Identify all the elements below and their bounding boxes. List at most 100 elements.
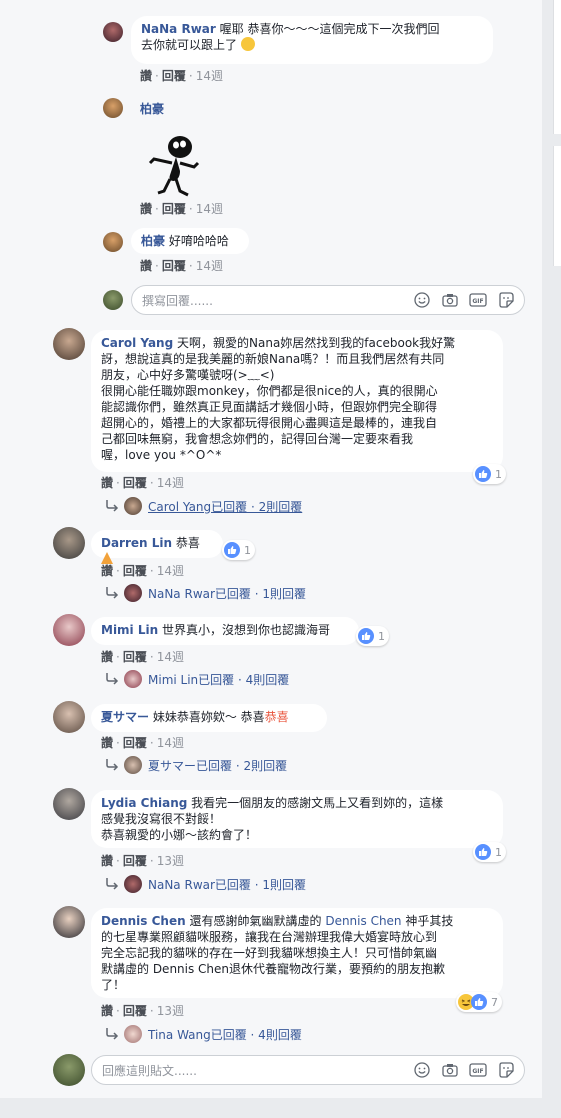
like-reaction-icon xyxy=(471,994,487,1010)
comment-author[interactable]: Mimi Lin xyxy=(101,623,158,637)
avatar[interactable] xyxy=(53,788,85,820)
replier-avatar xyxy=(124,1025,142,1043)
comment-text-line8: 喔，love you *^O^* xyxy=(101,448,222,462)
comment-text-line2: 的七星專業照顧貓咪服務，讓我在台灣辦理我偉大婚宴時放心到 xyxy=(101,930,438,944)
reply-button[interactable]: 回覆 xyxy=(123,650,147,664)
comment-author[interactable]: 柏豪 xyxy=(140,100,164,117)
comment-author[interactable]: NaNa Rwar xyxy=(141,22,216,36)
like-reaction-icon xyxy=(224,542,240,558)
reply-button[interactable]: 回覆 xyxy=(162,202,186,216)
like-button[interactable]: 讚 xyxy=(101,564,113,578)
like-reaction-icon xyxy=(475,466,491,482)
emoji-icon[interactable] xyxy=(412,290,432,310)
view-replies-link[interactable]: NaNa Rwar已回覆 · 1則回覆 xyxy=(104,584,306,602)
view-replies-link[interactable]: 夏サマー已回覆 · 2則回覆 xyxy=(104,756,287,774)
comment-text: 喔耶 恭喜你～～～這個完成下一次我們回 xyxy=(219,22,440,36)
like-button[interactable]: 讚 xyxy=(140,202,152,216)
like-button[interactable]: 讚 xyxy=(101,476,113,490)
comment-time[interactable]: 14週 xyxy=(196,259,223,273)
reply-button[interactable]: 回覆 xyxy=(123,854,147,868)
comment-bubble-lydia: Lydia Chiang 我看完一個朋友的感謝文馬上又看到妳的，這樣 感覺我沒寫… xyxy=(91,790,503,848)
reply-button[interactable]: 回覆 xyxy=(123,476,147,490)
reply-arrow-icon xyxy=(106,500,119,512)
comment-composer[interactable]: 回應這則貼文...... GIF xyxy=(91,1055,525,1085)
comment-author[interactable]: 柏豪 xyxy=(141,234,165,248)
comment-bubble-dennis: Dennis Chen 還有感謝帥氣幽默講虛的 Dennis Chen 神乎其技… xyxy=(91,908,503,998)
comment-text-line5: 能認識你們，雖然真正見面講話才幾個小時，但跟妳們完全聊得 xyxy=(101,400,438,414)
gif-icon[interactable]: GIF xyxy=(468,1060,488,1080)
like-button[interactable]: 讚 xyxy=(101,650,113,664)
comment-text-line5: 了！ xyxy=(101,978,126,992)
comment-author[interactable]: 夏サマー xyxy=(101,710,149,724)
comment-actions: 讚 · 回覆 · 14週 xyxy=(101,736,184,750)
emoji-icon[interactable] xyxy=(412,1060,432,1080)
comment-text-line2: 訝，想說這真的是我美麗的新娘Nana嗎？！而且我們居然有共同 xyxy=(101,352,445,366)
comment-author[interactable]: Darren Lin xyxy=(101,536,172,550)
view-replies-link[interactable]: Carol Yang已回覆 · 2則回覆 xyxy=(104,497,302,515)
comment-author[interactable]: Lydia Chiang xyxy=(101,796,187,810)
comment-actions: 讚 · 回覆 · 14週 xyxy=(140,259,223,273)
comment-time[interactable]: 14週 xyxy=(196,202,223,216)
camera-icon[interactable] xyxy=(440,290,460,310)
comment-bubble-mimi: Mimi Lin 世界真小，沒想到你也認識海哥 xyxy=(91,617,359,645)
avatar[interactable] xyxy=(103,98,123,118)
comment-bubble-nana: NaNa Rwar 喔耶 恭喜你～～～這個完成下一次我們回 去你就可以跟上了 xyxy=(131,16,493,64)
avatar[interactable] xyxy=(53,614,85,646)
comment-time[interactable]: 14週 xyxy=(157,564,184,578)
comment-actions: 讚 · 回覆 · 14週 xyxy=(101,564,184,578)
like-button[interactable]: 讚 xyxy=(101,1004,113,1018)
avatar[interactable] xyxy=(103,22,123,42)
avatar[interactable] xyxy=(53,527,85,559)
comment-time[interactable]: 14週 xyxy=(157,476,184,490)
reaction-count[interactable]: 1 xyxy=(356,626,389,646)
like-button[interactable]: 讚 xyxy=(140,69,152,83)
scroll-edge-top xyxy=(553,0,561,134)
like-reaction-icon xyxy=(358,628,374,644)
camera-icon[interactable] xyxy=(440,1060,460,1080)
current-user-avatar xyxy=(103,290,123,310)
replier-avatar xyxy=(124,756,142,774)
comment-input-placeholder[interactable]: 回應這則貼文...... xyxy=(102,1062,197,1079)
comment-author[interactable]: Dennis Chen xyxy=(101,914,186,928)
avatar[interactable] xyxy=(53,328,85,360)
comment-time[interactable]: 14週 xyxy=(196,69,223,83)
like-button[interactable]: 讚 xyxy=(101,854,113,868)
like-button[interactable]: 讚 xyxy=(140,259,152,273)
tagged-user-link[interactable]: Dennis Chen xyxy=(325,914,401,928)
comment-actions: 讚 · 回覆 · 14週 xyxy=(101,650,184,664)
avatar[interactable] xyxy=(53,906,85,938)
smirk-emoji-icon xyxy=(240,37,255,51)
comment-text-line4: 很開心能任職妳跟monkey，你們都是很nice的人，真的很開心 xyxy=(101,384,438,398)
comment-bubble-carol: Carol Yang 天啊，親愛的Nana妳居然找到我的facebook我好驚 … xyxy=(91,330,503,472)
comment-author[interactable]: Carol Yang xyxy=(101,336,173,350)
sticker-icon[interactable] xyxy=(496,1060,516,1080)
comment-time[interactable]: 13週 xyxy=(157,1004,184,1018)
like-reaction-icon xyxy=(475,844,491,860)
reply-button[interactable]: 回覆 xyxy=(162,259,186,273)
reply-input-placeholder[interactable]: 撰寫回覆...... xyxy=(142,292,213,309)
comment-time[interactable]: 14週 xyxy=(157,736,184,750)
reply-button[interactable]: 回覆 xyxy=(123,736,147,750)
reaction-count[interactable]: 1 xyxy=(222,540,255,560)
comment-highlight: 恭喜 xyxy=(264,710,289,724)
reaction-count[interactable]: 1 xyxy=(473,464,506,484)
view-replies-link[interactable]: Tina Wang已回覆 · 4則回覆 xyxy=(104,1025,302,1043)
reaction-count[interactable]: 7 xyxy=(456,992,502,1012)
comment-text-line1-end: 神乎其技 xyxy=(405,914,454,928)
reply-button[interactable]: 回覆 xyxy=(123,564,147,578)
avatar[interactable] xyxy=(53,701,85,733)
like-button[interactable]: 讚 xyxy=(101,736,113,750)
comment-time[interactable]: 14週 xyxy=(157,650,184,664)
gif-icon[interactable]: GIF xyxy=(468,290,488,310)
sticker-icon[interactable] xyxy=(496,290,516,310)
avatar[interactable] xyxy=(103,232,123,252)
reaction-count[interactable]: 1 xyxy=(473,842,506,862)
reply-button[interactable]: 回覆 xyxy=(162,69,186,83)
view-replies-link[interactable]: NaNa Rwar已回覆 · 1則回覆 xyxy=(104,875,306,893)
reply-composer[interactable]: 撰寫回覆...... GIF xyxy=(131,285,525,315)
reply-button[interactable]: 回覆 xyxy=(123,1004,147,1018)
comment-time[interactable]: 13週 xyxy=(157,854,184,868)
comment-bubble-bohao: 柏豪 好唷哈哈哈 xyxy=(131,228,249,254)
comment-actions: 讚 · 回覆 · 14週 xyxy=(101,476,184,490)
view-replies-link[interactable]: Mimi Lin已回覆 · 4則回覆 xyxy=(104,670,289,688)
